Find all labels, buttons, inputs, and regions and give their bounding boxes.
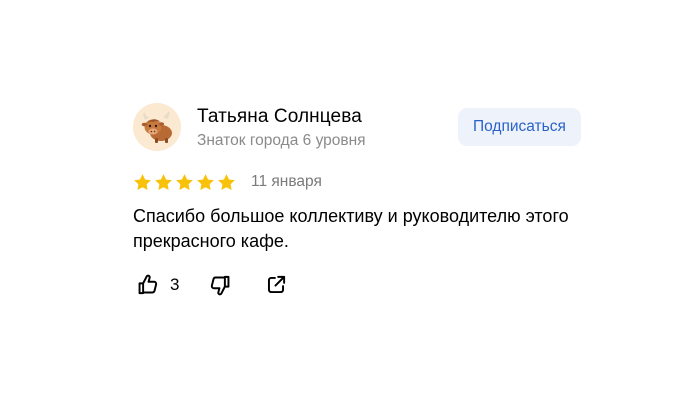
star-icon — [134, 173, 151, 190]
star-icon — [155, 173, 172, 190]
review-date: 11 января — [251, 173, 322, 190]
author-level: Знаток города 6 уровня — [197, 132, 366, 149]
share-icon — [267, 275, 286, 294]
avatar[interactable] — [133, 103, 181, 151]
thumbs-down-icon — [210, 275, 230, 296]
author-name[interactable]: Татьяна Солнцева — [197, 106, 362, 128]
star-icon — [197, 173, 214, 190]
star-icon — [218, 173, 235, 190]
rating-stars — [133, 173, 236, 192]
like-button[interactable]: 3 — [135, 272, 179, 298]
review-text: Спасибо большое коллективу и руководител… — [133, 206, 569, 251]
subscribe-button[interactable]: Подписаться — [458, 108, 581, 146]
like-count: 3 — [170, 275, 180, 294]
rating-row: 11 января — [133, 172, 322, 192]
share-button[interactable] — [263, 272, 289, 298]
dislike-button[interactable] — [207, 272, 233, 298]
star-icon — [176, 173, 193, 190]
bull-icon — [133, 103, 181, 151]
thumbs-up-icon — [138, 274, 158, 295]
